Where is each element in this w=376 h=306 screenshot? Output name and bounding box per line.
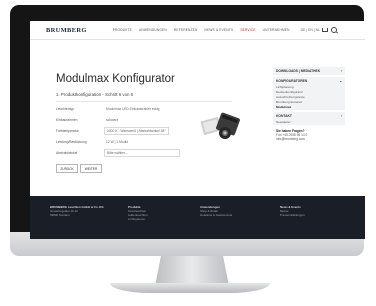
field-label: Farbtemperatur xyxy=(56,129,79,133)
nav-item-news[interactable]: NEWS & EVENTS xyxy=(205,28,234,32)
chevron-right-icon: › xyxy=(340,69,342,73)
contact-email[interactable]: info@brumberg.com xyxy=(276,137,342,141)
sidebar-group-kontakt: KONTAKT › Newsletter xyxy=(273,112,345,125)
footer-column: BRUMBERG Leuchten GmbH & Co. KG Gewerbeg… xyxy=(50,205,104,217)
brand-logo[interactable]: BRUMBERG xyxy=(46,27,87,34)
sidebar-heading[interactable]: DOWNLOADS | MEDIATHEK › xyxy=(273,68,345,74)
language-switcher[interactable]: DE | EN | NL xyxy=(301,28,320,32)
sidebar-group-konfiguratoren: KONFIGURATOREN ⌄ Lichtplanung Deckenkonfi… xyxy=(273,77,345,110)
chevron-down-icon: ⌄ xyxy=(339,79,342,83)
sidebar-heading-label: KONTAKT xyxy=(276,114,292,118)
nav-item-unternehmen[interactable]: UNTERNEHMEN xyxy=(263,28,290,32)
screen-holder: BRUMBERG PRODUKTE ANWENDUNGEN REFERENZEN… xyxy=(10,5,365,251)
field-value[interactable]: 12 W | 1 Modul xyxy=(104,139,130,145)
sidebar-heading-label: KONFIGURATOREN xyxy=(276,79,308,83)
footer-column: Produkte Innenleuchten Außenleuchten Lic… xyxy=(128,205,147,221)
beam-angle-select[interactable]: Bitte wählen... xyxy=(104,149,180,157)
nav-item-produkte[interactable]: PRODUKTE xyxy=(113,28,132,32)
form-row: Abstrahlwinkel Bitte wählen... xyxy=(56,149,236,157)
product-spotlight-image xyxy=(200,112,240,139)
field-label: Einbaurahmen xyxy=(56,118,78,122)
sidebar-heading-label: DOWNLOADS | MEDIATHEK xyxy=(276,69,321,73)
title-divider xyxy=(56,101,232,102)
back-button[interactable]: ZURÜCK xyxy=(56,164,78,173)
monitor-stand-foot xyxy=(110,283,270,293)
sidebar-group-downloads: DOWNLOADS | MEDIATHEK › xyxy=(273,67,345,75)
main-nav: PRODUKTE ANWENDUNGEN REFERENZEN NEWS & E… xyxy=(113,28,290,32)
browser-screen: BRUMBERG PRODUKTE ANWENDUNGEN REFERENZEN… xyxy=(30,21,365,239)
nav-item-service[interactable]: SERVICE xyxy=(240,28,255,32)
sidebar: DOWNLOADS | MEDIATHEK › KONFIGURATOREN ⌄ L… xyxy=(273,67,345,141)
contact-box: Sie haben Fragen? Fon +49 2935 96 14 0 i… xyxy=(273,129,345,141)
cart-icon[interactable] xyxy=(321,28,328,32)
footer-link: 59846 Sundern xyxy=(50,213,70,217)
site-footer: BRUMBERG Leuchten GmbH & Co. KG Gewerbeg… xyxy=(30,196,365,239)
field-label: Leuchtentyp xyxy=(56,107,74,111)
nav-item-anwendungen[interactable]: ANWENDUNGEN xyxy=(139,28,167,32)
field-label: Abstrahlwinkel xyxy=(56,151,78,155)
sidebar-item-active[interactable]: Modulmax xyxy=(273,104,345,109)
step-indicator: 1. Produktkonfiguration - Schritt 6 von … xyxy=(56,92,134,97)
search-icon[interactable] xyxy=(330,27,337,33)
color-temperature-select[interactable]: 3000 K - Warmweiß | Abstrahlwinkel 38° xyxy=(104,127,169,135)
field-value[interactable]: Modulmax LED-Einbaustrahler eckig xyxy=(104,106,162,112)
field-value[interactable]: schwarz xyxy=(104,117,120,123)
nav-item-referenzen[interactable]: REFERENZEN xyxy=(174,28,198,32)
field-label: Leistung/Bestückung xyxy=(56,140,87,144)
chevron-right-icon: › xyxy=(340,114,342,118)
site-header: BRUMBERG PRODUKTE ANWENDUNGEN REFERENZEN… xyxy=(30,21,365,40)
page-title: Modulmax Konfigurator xyxy=(56,73,175,85)
monitor-stand-neck xyxy=(155,256,229,286)
footer-column: News & Events Messe Pressemitteilungen xyxy=(280,205,305,217)
sidebar-item[interactable]: Newsletter xyxy=(273,119,345,124)
footer-link[interactable]: Pressemitteilungen xyxy=(280,213,305,217)
next-button[interactable]: WEITER xyxy=(80,164,102,173)
footer-link[interactable]: Lichtsysteme xyxy=(128,217,147,221)
footer-column: Anwendungen Shop & Retail Hotellerie & G… xyxy=(200,205,232,217)
footer-link[interactable]: Hotellerie & Gastronomie xyxy=(200,213,232,217)
